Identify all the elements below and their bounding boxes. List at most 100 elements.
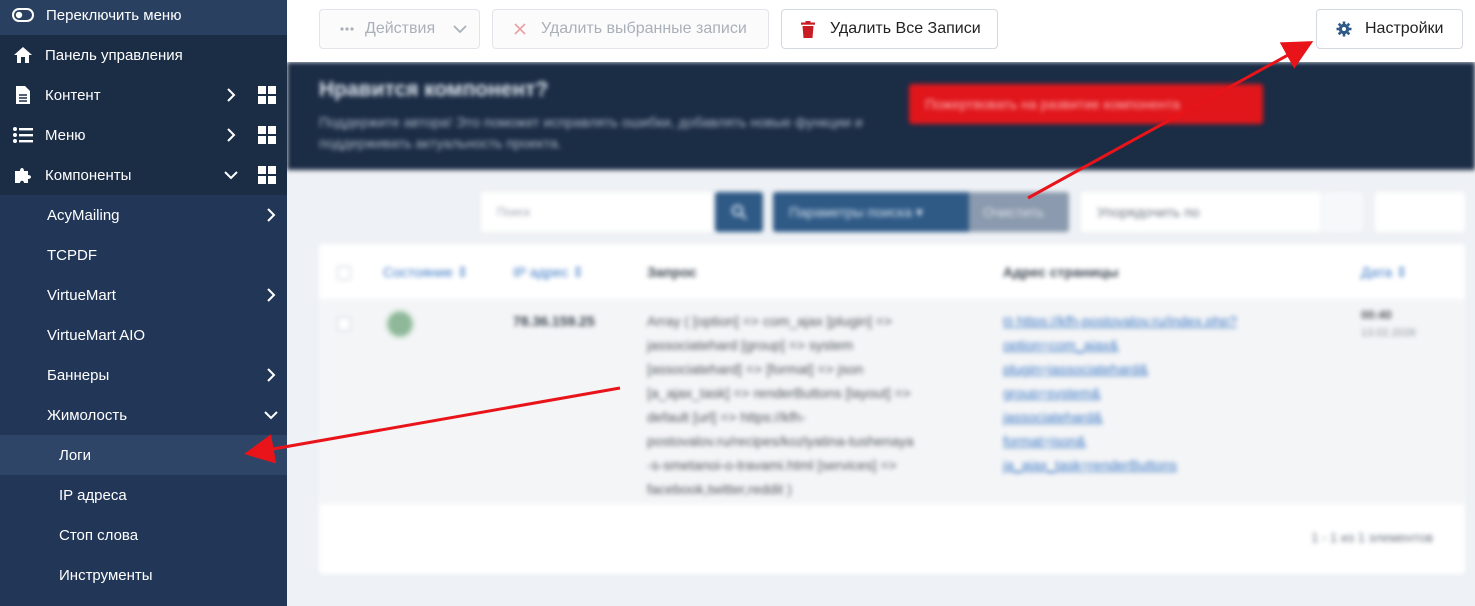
sidebar-item-label: Панель управления [45, 46, 183, 64]
sidebar-item-label: Контент [45, 86, 101, 104]
settings-button[interactable]: Настройки [1316, 9, 1463, 49]
sidebar-item-label: Баннеры [47, 366, 110, 384]
request-line: [associatehard] => [format] => json [647, 361, 864, 377]
sidebar-item-virtuemart[interactable]: VirtueMart [0, 275, 287, 315]
home-icon [12, 44, 34, 66]
request-line: postovalov.ru/recipes/kozlyatina-tushena… [647, 433, 914, 449]
request-line: default [url] => https://kfh- [647, 409, 806, 425]
blurred-area: Нравится компонент? Поддержите автора! Э… [287, 62, 1475, 606]
order-label: Упорядочить по [1097, 204, 1200, 220]
search-button[interactable] [715, 192, 763, 232]
puzzle-icon [12, 164, 34, 186]
close-icon [511, 20, 529, 38]
trash-icon [799, 20, 817, 38]
page-line: ⧉ https://kfh-postovalov.ru/index.php? [1003, 313, 1237, 329]
sidebar-item-ip-addresses[interactable]: IP адреса [0, 475, 287, 515]
order-select[interactable]: Упорядочить по [1081, 192, 1321, 232]
sidebar-item-label: Компоненты [45, 166, 132, 184]
delete-selected-label: Удалить выбранные записи [541, 20, 747, 37]
row-request: Array ( [option] => com_ajax [plugin] =>… [647, 309, 914, 501]
donate-button[interactable]: Пожертвовать на развитие компонента [909, 84, 1263, 124]
page-line: ja_ajax_task=renderButtons [1003, 457, 1177, 473]
page-line: group=system& [1003, 385, 1101, 401]
page-line: option=com_ajax& [1003, 337, 1119, 353]
chevron-right-icon[interactable] [222, 126, 240, 144]
toolbar: Действия Удалить выбранные записи Удалит… [287, 0, 1475, 62]
toggle-menu-label: Переключить меню [46, 6, 182, 24]
delete-all-label: Удалить Все Записи [830, 20, 981, 37]
chevron-down-icon[interactable] [222, 166, 240, 184]
status-icon[interactable] [385, 309, 415, 339]
chevron-down-icon[interactable] [262, 406, 280, 424]
request-line: [a_ajax_task] => renderButtons [layout] … [647, 385, 911, 401]
sidebar-item-dashboard[interactable]: Панель управления [0, 35, 287, 75]
chevron-right-icon[interactable] [222, 86, 240, 104]
header-page: Адрес страницы [1003, 264, 1119, 280]
sidebar-item-label: TCPDF [47, 246, 97, 264]
request-line: jassociatehard [group] => system [647, 337, 854, 353]
table-row: 78.36.159.25 Array ( [option] => com_aja… [319, 299, 1465, 504]
header-status[interactable]: Состояние ⇕ [383, 264, 468, 281]
sidebar-item-acymailing[interactable]: AcyMailing [0, 195, 287, 235]
actions-dropdown[interactable]: Действия [319, 9, 480, 49]
row-time: 00:40 [1361, 308, 1392, 322]
dashboard-grid-icon[interactable] [258, 166, 276, 184]
toggle-icon [12, 4, 34, 26]
limit-select[interactable] [1375, 192, 1465, 232]
select-all-checkbox[interactable] [337, 266, 351, 280]
sidebar-item-tcpdf[interactable]: TCPDF [0, 235, 287, 275]
gear-icon [1335, 20, 1353, 38]
sidebar-item-menus[interactable]: Меню [0, 115, 287, 155]
dashboard-grid-icon[interactable] [258, 126, 276, 144]
banner-title: Нравится компонент? [319, 78, 549, 101]
sidebar-item-virtuemart-aio[interactable]: VirtueMart AIO [0, 315, 287, 355]
order-direction-select[interactable] [1323, 192, 1363, 232]
chevron-right-icon[interactable] [262, 366, 280, 384]
sidebar-item-tools[interactable]: Инструменты [0, 555, 287, 595]
clear-button[interactable]: Очистить [969, 192, 1069, 232]
sidebar-item-stop-words[interactable]: Стоп слова [0, 515, 287, 555]
search-params-button[interactable]: Параметры поиска ▾ [773, 192, 969, 232]
chevron-right-icon[interactable] [262, 286, 280, 304]
sidebar-item-label: Стоп слова [59, 526, 139, 544]
sidebar-item-zhimolost[interactable]: Жимолость [0, 395, 287, 435]
row-checkbox[interactable] [337, 317, 351, 331]
request-line: -s-smetanoi-o-travami.html [services] => [647, 457, 897, 473]
row-page-link[interactable]: ⧉ https://kfh-postovalov.ru/index.php? o… [1003, 309, 1237, 477]
clear-label: Очистить [983, 204, 1044, 220]
search-icon [731, 204, 747, 220]
page-line: jassociatehard& [1003, 409, 1103, 425]
chevron-right-icon[interactable] [262, 206, 280, 224]
actions-label: Действия [365, 20, 436, 37]
sidebar-item-logs[interactable]: Логи [0, 435, 287, 475]
header-date[interactable]: Дата ⇕ [1361, 264, 1408, 281]
header-request: Запрос [647, 264, 697, 280]
request-line: Array ( [option] => com_ajax [plugin] => [647, 313, 893, 329]
sidebar-item-components[interactable]: Компоненты [0, 155, 287, 195]
delete-all-button[interactable]: Удалить Все Записи [781, 9, 998, 49]
sidebar-item-label: Инструменты [59, 566, 153, 584]
row-ip: 78.36.159.25 [513, 313, 595, 329]
banner-description: Поддержите автора! Это поможет исправлят… [319, 114, 863, 151]
delete-selected-button[interactable]: Удалить выбранные записи [492, 9, 769, 49]
pagination-info: 1 - 1 из 1 элементов [1311, 530, 1433, 545]
search-placeholder: Поиск [497, 205, 531, 219]
params-label: Параметры поиска ▾ [789, 203, 923, 220]
sidebar-item-label: VirtueMart [47, 286, 116, 304]
search-input[interactable]: Поиск [481, 192, 713, 232]
header-ip[interactable]: IP адрес ⇕ [513, 264, 584, 281]
sidebar-item-banners[interactable]: Баннеры [0, 355, 287, 395]
logs-table: Состояние ⇕ IP адрес ⇕ Запрос Адрес стра… [319, 244, 1465, 574]
dashboard-grid-icon[interactable] [258, 86, 276, 104]
donate-label: Пожертвовать на развитие компонента [925, 96, 1180, 112]
row-date: 13.02.2026 [1361, 327, 1417, 339]
sidebar-item-label: Жимолость [47, 406, 128, 424]
settings-label: Настройки [1365, 20, 1444, 37]
sidebar-item-label: Меню [45, 126, 86, 144]
more-horizontal-icon [338, 20, 356, 38]
sidebar-item-content[interactable]: Контент [0, 75, 287, 115]
sidebar-item-label: VirtueMart AIO [47, 326, 146, 344]
toggle-menu-button[interactable]: Переключить меню [0, 0, 287, 35]
sidebar-item-label: AcyMailing [47, 206, 120, 224]
sidebar: Переключить меню Панель управления Конте… [0, 0, 287, 606]
